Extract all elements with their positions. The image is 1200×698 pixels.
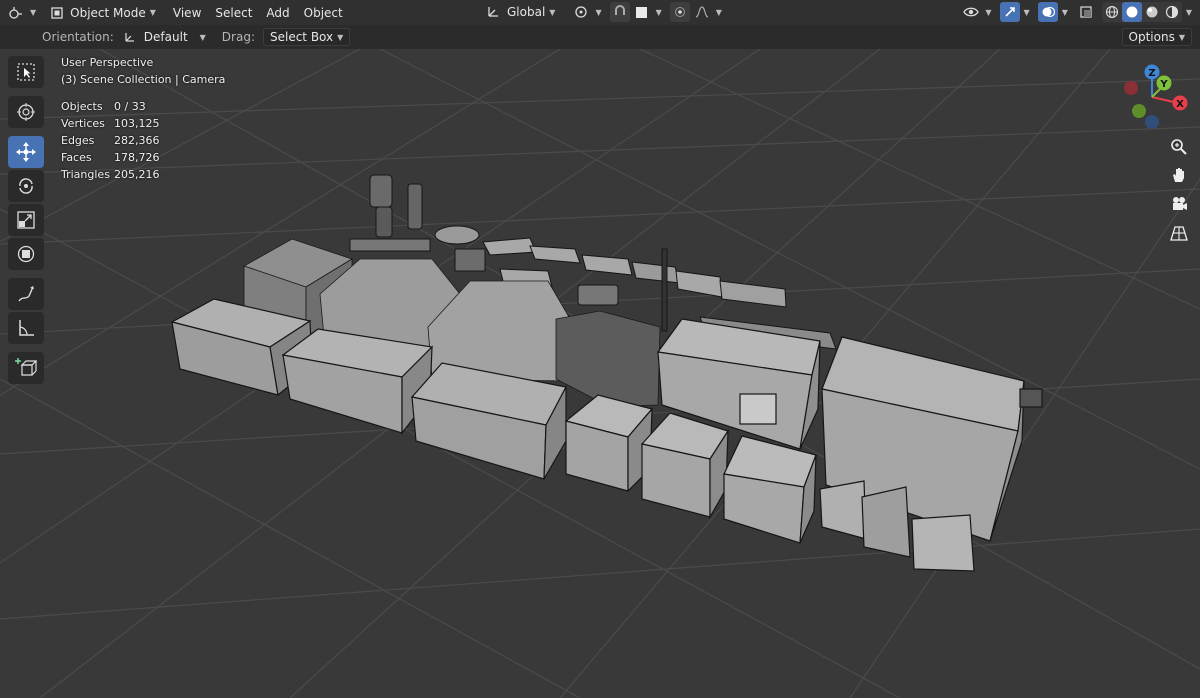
rotate-icon	[19, 178, 33, 194]
stat-value: 178,726	[114, 151, 160, 164]
solid-shading-icon[interactable]	[1121, 2, 1142, 22]
viewport-header: ▼ Object Mode ▼ View Select Add Object G…	[0, 0, 1200, 25]
chevron-down-icon: ▼	[595, 7, 602, 17]
chevron-down-icon: ▼	[549, 7, 556, 17]
overlay-icon[interactable]	[1037, 2, 1058, 22]
navigation-gizmo[interactable]: Z Y X	[1112, 61, 1192, 141]
stat-row: Objects 0 / 33	[61, 100, 225, 117]
stat-value: 282,366	[114, 134, 160, 147]
measure-tool[interactable]	[8, 312, 44, 344]
stat-label: Vertices	[61, 117, 105, 130]
orientation-label: Global	[507, 5, 546, 19]
chevron-down-icon: ▼	[337, 32, 344, 42]
falloff-icon[interactable]	[692, 2, 712, 22]
transform-icon	[17, 245, 35, 263]
stat-value: 103,125	[114, 117, 160, 130]
chevron-down-icon: ▼	[1023, 7, 1030, 17]
select-box-tool[interactable]	[8, 56, 44, 88]
rendered-shading-icon[interactable]	[1162, 2, 1182, 22]
chevron-down-icon: ▼	[30, 8, 37, 17]
gizmo-icon[interactable]	[999, 2, 1020, 22]
toolbar	[8, 56, 44, 386]
options-dropdown[interactable]: Options ▼	[1121, 28, 1192, 46]
stat-row: Triangles 205,216	[61, 168, 225, 185]
chevron-down-icon: ▼	[715, 7, 722, 17]
select-box-icon	[17, 63, 35, 81]
add-cube-tool[interactable]	[8, 352, 44, 384]
material-shading-icon[interactable]	[1142, 2, 1162, 22]
visibility-icon[interactable]	[961, 2, 981, 22]
zoom-button[interactable]	[1167, 135, 1191, 159]
hand-icon	[1173, 168, 1184, 182]
mode-label: Object Mode	[70, 5, 146, 20]
chevron-down-icon: ▼	[149, 8, 156, 17]
editor-type-icon[interactable]	[6, 3, 26, 23]
orientation-setting-value: Default	[143, 30, 188, 44]
axis-z-label: Z	[1148, 68, 1155, 79]
perspective-toggle-button[interactable]	[1167, 221, 1191, 245]
stat-label: Triangles	[61, 168, 110, 181]
object-mode-icon	[51, 6, 63, 19]
orientation-setting-dropdown[interactable]: Default ▼	[120, 27, 210, 47]
transform-orientation-dropdown[interactable]: Global ▼	[503, 2, 559, 22]
measure-icon	[19, 320, 34, 336]
camera-icon	[1173, 197, 1187, 210]
proportional-edit-icon[interactable]	[669, 2, 690, 22]
drag-setting-value: Select Box	[269, 30, 334, 44]
grid-perspective-icon	[1170, 226, 1188, 241]
transform-tool[interactable]	[8, 238, 44, 270]
axis-y-label: Y	[1159, 79, 1168, 90]
stat-label: Edges	[61, 134, 95, 147]
add-cube-icon	[15, 358, 37, 376]
menu-object[interactable]: Object	[297, 3, 350, 23]
stat-row: Vertices 103,125	[61, 117, 225, 134]
stat-value: 0 / 33	[114, 100, 146, 113]
chevron-down-icon: ▼	[1178, 32, 1185, 42]
cursor-tool[interactable]	[8, 96, 44, 128]
viewport-info: User Perspective (3) Scene Collection | …	[61, 56, 225, 185]
pan-button[interactable]	[1167, 163, 1191, 187]
chevron-down-icon: ▼	[199, 32, 206, 42]
chevron-down-icon: ▼	[985, 7, 992, 17]
pivot-point-icon[interactable]	[571, 2, 591, 22]
stat-label: Objects	[61, 100, 103, 113]
camera-view-button[interactable]	[1167, 192, 1191, 216]
3d-viewport[interactable]: User Perspective (3) Scene Collection | …	[0, 49, 1200, 698]
scale-icon	[17, 211, 35, 229]
options-label: Options	[1128, 30, 1175, 44]
snap-target-icon[interactable]	[632, 2, 652, 22]
menu-select[interactable]: Select	[208, 3, 259, 23]
scale-tool[interactable]	[8, 204, 44, 236]
orientation-icon	[483, 2, 503, 22]
cursor-icon	[17, 103, 35, 121]
chevron-down-icon: ▼	[655, 7, 662, 17]
stat-row: Edges 282,366	[61, 134, 225, 151]
menu-add[interactable]: Add	[259, 3, 296, 23]
move-icon	[16, 142, 36, 162]
mode-dropdown[interactable]: Object Mode ▼	[46, 3, 160, 23]
zoom-icon	[1171, 139, 1187, 155]
move-tool[interactable]	[8, 136, 44, 168]
wireframe-shading-icon[interactable]	[1102, 2, 1122, 22]
drag-setting-label: Drag:	[221, 30, 255, 44]
stat-row: Faces 178,726	[61, 151, 225, 168]
perspective-label: User Perspective	[61, 56, 154, 69]
rotate-tool[interactable]	[8, 170, 44, 202]
stat-value: 205,216	[114, 168, 160, 181]
orientation-setting-label: Orientation:	[42, 30, 114, 44]
annotate-tool[interactable]	[8, 278, 44, 310]
chevron-down-icon: ▼	[1185, 7, 1192, 17]
scene-stats: Objects 0 / 33 Vertices 103,125 Edges 28…	[61, 100, 225, 185]
axis-x-label: X	[1176, 99, 1184, 110]
menu-view[interactable]: View	[166, 3, 208, 23]
stat-label: Faces	[61, 151, 92, 164]
collection-label: (3) Scene Collection | Camera	[61, 73, 226, 86]
annotate-icon	[18, 286, 34, 302]
orientation-icon	[125, 33, 134, 42]
chevron-down-icon: ▼	[1061, 7, 1068, 17]
tool-settings-bar: Orientation: Default ▼ Drag: Select Box …	[0, 25, 1200, 49]
snap-icon[interactable]	[609, 2, 630, 22]
xray-icon[interactable]	[1076, 2, 1096, 22]
drag-setting-dropdown[interactable]: Select Box ▼	[262, 28, 351, 46]
